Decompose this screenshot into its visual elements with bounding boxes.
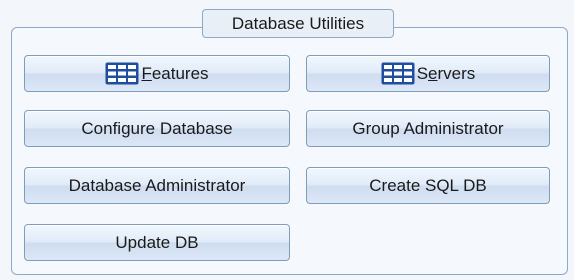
group-title: Database Utilities [202,9,394,38]
features-button[interactable]: Features [24,55,290,92]
database-administrator-label: Database Administrator [68,175,246,195]
servers-button[interactable]: Servers [306,55,550,92]
database-administrator-button[interactable]: Database Administrator [24,167,290,204]
table-grid-icon [381,62,415,85]
configure-database-button[interactable]: Configure Database [24,110,290,147]
configure-database-label: Configure Database [81,118,233,138]
group-administrator-label: Group Administrator [352,118,504,138]
create-sql-db-label: Create SQL DB [369,175,487,195]
update-db-label: Update DB [115,232,199,252]
group-administrator-button[interactable]: Group Administrator [306,110,550,147]
servers-label: Servers [416,63,476,83]
features-label: Features [141,63,209,83]
create-sql-db-button[interactable]: Create SQL DB [306,167,550,204]
table-grid-icon [105,62,139,85]
update-db-button[interactable]: Update DB [24,224,290,261]
